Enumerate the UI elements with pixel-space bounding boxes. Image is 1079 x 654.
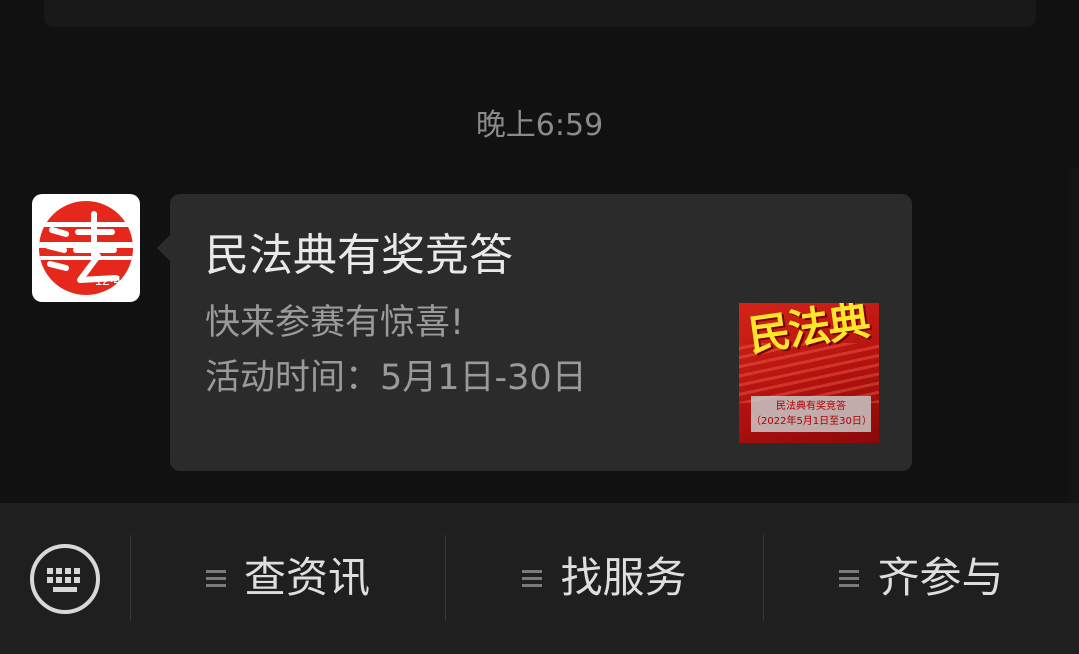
menu-services-button[interactable]: 找服务 bbox=[446, 535, 763, 621]
thumbnail-caption-line-2: （2022年5月1日至30日） bbox=[751, 416, 872, 427]
link-card-message[interactable]: 民法典有奖竞答 快来参赛有惊喜! 活动时间：5月1日-30日 民法典 民法典有奖… bbox=[157, 194, 912, 471]
menu-lines-icon bbox=[205, 566, 226, 591]
keyboard-toggle-button[interactable] bbox=[29, 543, 101, 615]
thumbnail-caption-line-1: 民法典有奖竞答 bbox=[776, 401, 846, 412]
previous-message-card[interactable] bbox=[44, 0, 1036, 27]
fa-logo-icon: 12·4 bbox=[39, 201, 133, 295]
keyboard-icon bbox=[30, 544, 100, 614]
sender-avatar[interactable]: 12·4 bbox=[32, 194, 140, 302]
menu-participate-button[interactable]: 齐参与 bbox=[764, 535, 1079, 621]
menu-news-button[interactable]: 查资讯 bbox=[131, 535, 445, 621]
card-description: 快来参赛有惊喜! 活动时间：5月1日-30日 bbox=[205, 296, 587, 406]
card-thumbnail: 民法典 民法典有奖竞答 （2022年5月1日至30日） bbox=[739, 303, 879, 443]
thumbnail-caption: 民法典有奖竞答 （2022年5月1日至30日） bbox=[751, 396, 872, 432]
card-title: 民法典有奖竞答 bbox=[205, 230, 513, 281]
menu-participate-label: 齐参与 bbox=[877, 553, 1004, 602]
card-description-line-1: 快来参赛有惊喜! bbox=[205, 303, 465, 343]
scroll-track bbox=[1068, 168, 1079, 503]
message-timestamp: 晚上6:59 bbox=[475, 108, 604, 143]
menu-lines-icon bbox=[522, 566, 543, 591]
menu-lines-icon bbox=[839, 566, 860, 591]
card-description-line-2: 活动时间：5月1日-30日 bbox=[205, 358, 587, 398]
menu-news-label: 查资讯 bbox=[243, 553, 370, 602]
menu-services-label: 找服务 bbox=[560, 553, 687, 602]
bottom-menu-bar: 查资讯 找服务 齐参与 bbox=[0, 503, 1079, 654]
avatar-logo-text: 12·4 bbox=[95, 273, 121, 288]
